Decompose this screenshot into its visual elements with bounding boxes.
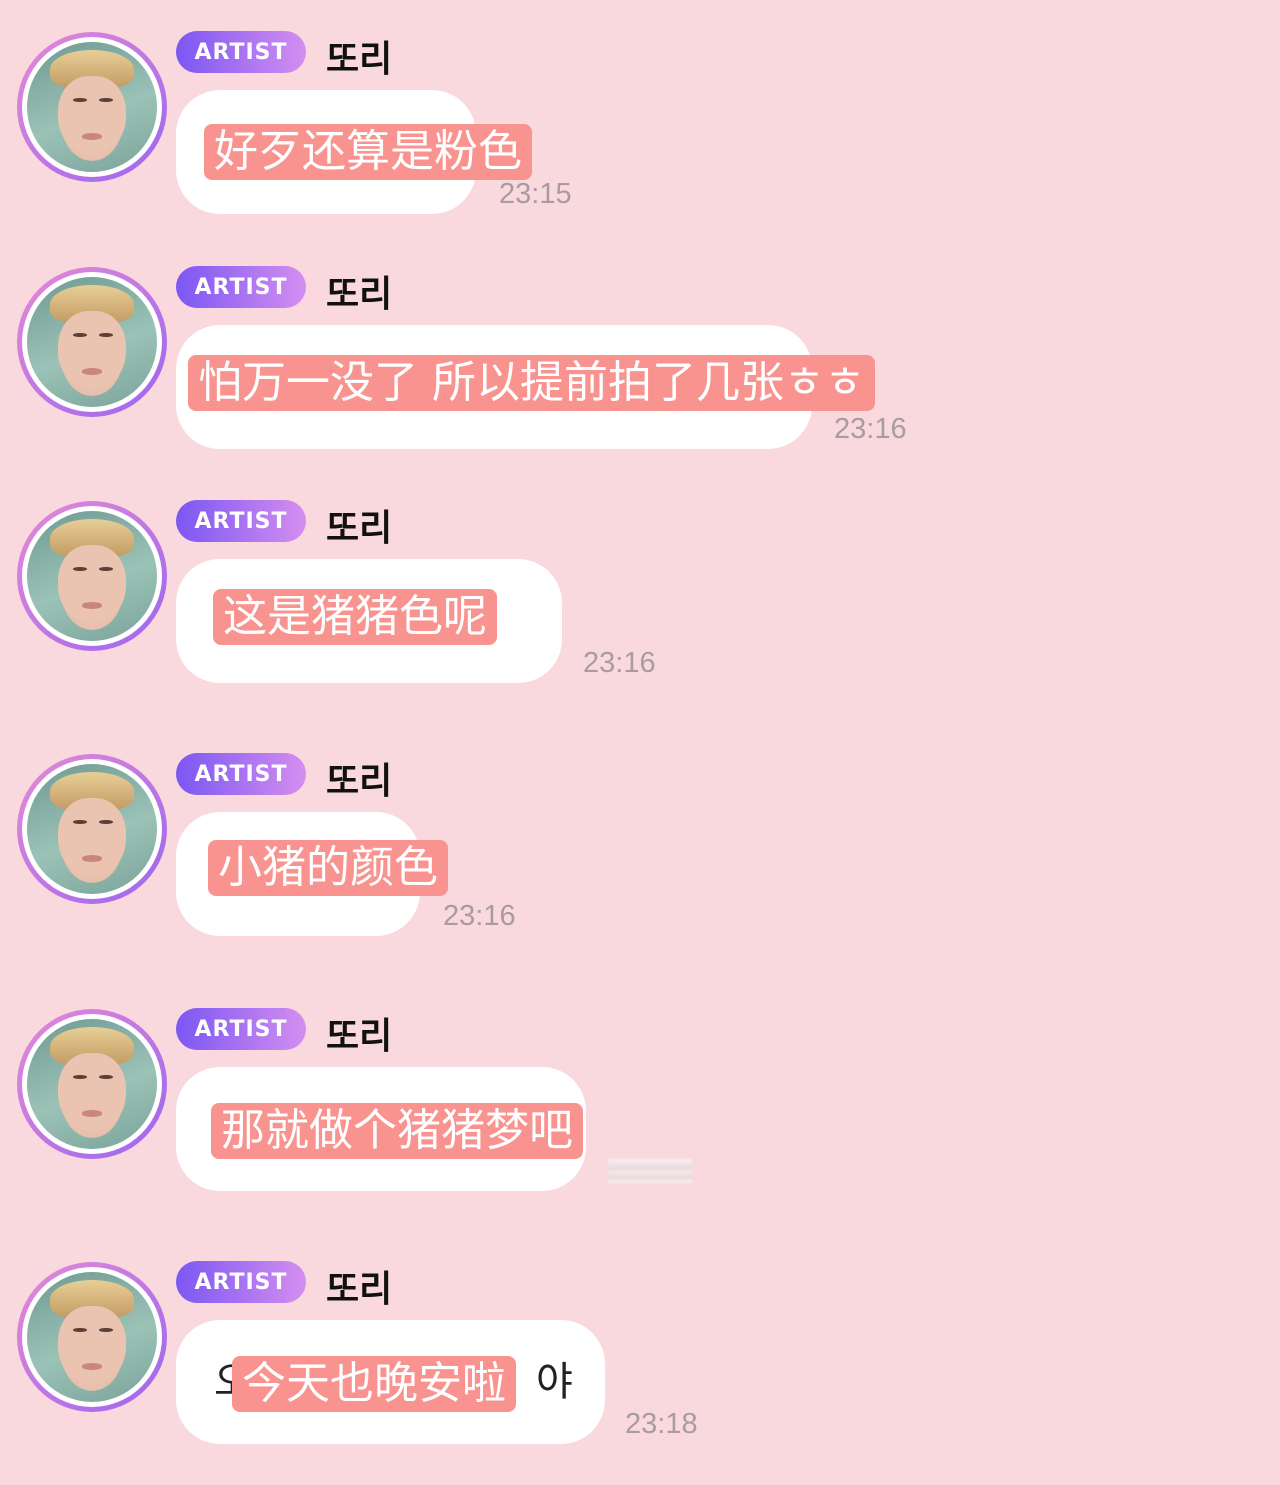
avatar[interactable] [17, 501, 167, 651]
artist-badge: ARTIST [176, 753, 306, 795]
profile-photo [27, 277, 157, 407]
chat-message: ARTIST 또리 小猪的颜色 23:16 [0, 722, 1280, 962]
artist-badge: ARTIST [176, 31, 306, 73]
profile-photo [27, 764, 157, 894]
artist-badge: ARTIST [176, 1261, 306, 1303]
avatar[interactable] [17, 267, 167, 417]
profile-photo [27, 1019, 157, 1149]
message-text: 怕万一没了 所以提前拍了几张ㅎㅎ [188, 355, 875, 411]
original-text-fragment-right: 야 [536, 1359, 573, 1405]
profile-photo [27, 1272, 157, 1402]
redacted-timestamp [608, 1159, 692, 1183]
sender-name[interactable]: 또리 [326, 499, 392, 551]
chat-message: ARTIST 또리 오 야 今天也晚安啦 23:18 [0, 1230, 1280, 1470]
chat-message: ARTIST 또리 这是猪猪色呢 23:16 [0, 469, 1280, 709]
profile-photo [27, 42, 157, 172]
message-timestamp: 23:16 [583, 647, 656, 679]
message-timestamp: 23:16 [834, 413, 907, 445]
chat-message: ARTIST 또리 怕万一没了 所以提前拍了几张ㅎㅎ 23:16 [0, 235, 1280, 475]
message-text: 好歹还算是粉色 [204, 124, 532, 180]
message-text: 这是猪猪色呢 [213, 589, 497, 645]
avatar[interactable] [17, 754, 167, 904]
sender-name[interactable]: 또리 [326, 1007, 392, 1059]
message-text: 小猪的颜色 [208, 840, 448, 896]
artist-badge: ARTIST [176, 1008, 306, 1050]
sender-name[interactable]: 또리 [326, 30, 392, 82]
artist-badge: ARTIST [176, 266, 306, 308]
sender-name[interactable]: 또리 [326, 1260, 392, 1312]
avatar[interactable] [17, 1262, 167, 1412]
artist-badge: ARTIST [176, 500, 306, 542]
avatar[interactable] [17, 1009, 167, 1159]
sender-name[interactable]: 또리 [326, 752, 392, 804]
message-timestamp: 23:18 [625, 1408, 698, 1440]
sender-name[interactable]: 또리 [326, 265, 392, 317]
message-text: 那就做个猪猪梦吧 [211, 1103, 583, 1159]
message-text: 今天也晚安啦 [232, 1356, 516, 1412]
profile-photo [27, 511, 157, 641]
avatar[interactable] [17, 32, 167, 182]
message-timestamp: 23:15 [499, 178, 572, 210]
message-timestamp: 23:16 [443, 900, 516, 932]
chat-message: ARTIST 또리 好歹还算是粉色 23:15 [0, 0, 1280, 240]
chat-message: ARTIST 또리 那就做个猪猪梦吧 [0, 977, 1280, 1217]
